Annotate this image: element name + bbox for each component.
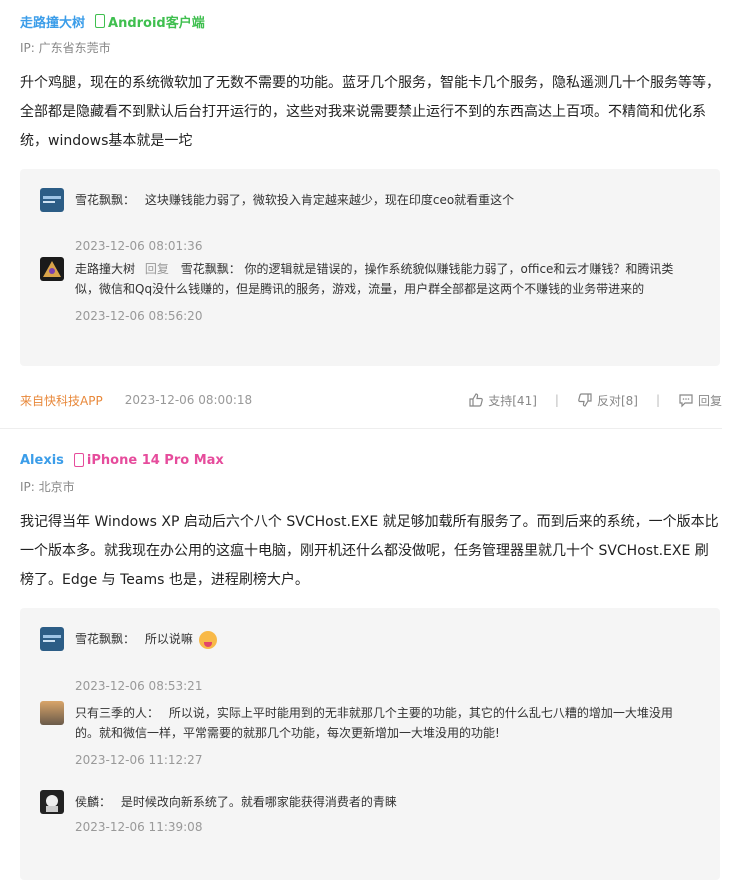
comment-time: 2023-12-06 08:00:18 bbox=[124, 393, 253, 407]
oppose-button[interactable]: 反对[8] bbox=[577, 392, 638, 409]
comment-divider bbox=[0, 428, 722, 429]
reply-username[interactable]: 走路撞大树 bbox=[75, 262, 135, 276]
avatar[interactable] bbox=[40, 701, 64, 725]
device-label: Android客户端 bbox=[95, 12, 205, 31]
ip-location: IP: 广东省东莞市 bbox=[20, 41, 111, 55]
reply-body: 所以说嘛 bbox=[144, 632, 193, 646]
phone-icon bbox=[95, 14, 106, 28]
reply-button[interactable]: 回复 bbox=[678, 392, 722, 409]
thumbs-up-icon bbox=[469, 393, 484, 407]
reply-username[interactable]: 雪花飘飘： bbox=[75, 193, 135, 207]
avatar[interactable] bbox=[40, 257, 64, 281]
support-button[interactable]: 支持[41] bbox=[468, 392, 537, 409]
avatar[interactable] bbox=[40, 188, 64, 212]
reply-label: 回复 bbox=[697, 393, 722, 408]
reply-username[interactable]: 只有三季的人： bbox=[75, 706, 159, 720]
avatar[interactable] bbox=[40, 627, 64, 651]
phone-icon bbox=[73, 453, 84, 467]
comment-actions: 支持[41] | 反对[8] | 回复 bbox=[468, 392, 722, 409]
reply-text: 雪花飘飘： 这块赚钱能力弱了，微软投入肯定越来越少，现在印度ceo就看重这个 bbox=[75, 190, 695, 210]
reply-list: 雪花飘飘： 这块赚钱能力弱了，微软投入肯定越来越少，现在印度ceo就看重这个 2… bbox=[20, 169, 720, 366]
reply-time: 2023-12-06 08:01:36 bbox=[75, 239, 203, 253]
reply-text: 雪花飘飘： 所以说嘛 bbox=[75, 629, 695, 649]
reply-username[interactable]: 雪花飘飘： bbox=[75, 632, 135, 646]
reply-word: 回复 bbox=[144, 262, 169, 276]
comment-meta: 来自快科技APP 2023-12-06 08:00:18 支持[41] | 反对… bbox=[20, 389, 722, 411]
device-name: Android客户端 bbox=[108, 15, 205, 31]
comment-header: 走路撞大树 Android客户端 bbox=[20, 11, 205, 31]
source-link[interactable]: 来自快科技APP bbox=[20, 392, 103, 409]
oppose-label: 反对[8] bbox=[596, 393, 638, 408]
reply-body: 是时候改向新系统了。就看哪家能获得消费者的青睐 bbox=[120, 795, 397, 809]
reply-time: 2023-12-06 11:39:08 bbox=[75, 820, 203, 834]
ip-location: IP: 北京市 bbox=[20, 480, 75, 494]
avatar[interactable] bbox=[40, 790, 64, 814]
username-link[interactable]: 走路撞大树 bbox=[20, 12, 85, 31]
device-name: iPhone 14 Pro Max bbox=[86, 452, 224, 468]
reply-time: 2023-12-06 08:56:20 bbox=[75, 309, 203, 323]
reply-time: 2023-12-06 08:53:21 bbox=[75, 679, 203, 693]
support-label: 支持[41] bbox=[488, 393, 537, 408]
reply-text: 侯麟： 是时候改向新系统了。就看哪家能获得消费者的青睐 bbox=[75, 792, 695, 812]
comment-content: 升个鸡腿，现在的系统微软加了无数不需要的功能。蓝牙几个服务，智能卡几个服务，隐私… bbox=[20, 75, 720, 149]
comment-header: Alexis iPhone 14 Pro Max bbox=[20, 450, 224, 470]
comment-content: 我记得当年 Windows XP 启动后六个八个 SVCHost.EXE 就足够… bbox=[20, 514, 719, 588]
device-label: iPhone 14 Pro Max bbox=[73, 452, 224, 468]
reply-text: 只有三季的人： 所以说，实际上平时能用到的无非就那几个主要的功能，其它的什么乱七… bbox=[75, 703, 695, 743]
reply-username[interactable]: 侯麟： bbox=[75, 795, 111, 809]
reply-body: 这块赚钱能力弱了，微软投入肯定越来越少，现在印度ceo就看重这个 bbox=[144, 193, 515, 207]
reply-body: 所以说，实际上平时能用到的无非就那几个主要的功能，其它的什么乱七八糟的增加一大堆… bbox=[75, 706, 673, 740]
reply-text: 走路撞大树 回复 雪花飘飘： 你的逻辑就是错误的，操作系统貌似赚钱能力弱了，of… bbox=[75, 259, 695, 299]
username-link[interactable]: Alexis bbox=[20, 453, 64, 468]
comment-icon bbox=[679, 394, 693, 408]
drooling-emoji-icon bbox=[198, 630, 217, 649]
reply-time: 2023-12-06 11:12:27 bbox=[75, 753, 203, 767]
reply-list: 雪花飘飘： 所以说嘛 2023-12-06 08:53:21 只有三季的人： 所… bbox=[20, 608, 720, 880]
thumbs-down-icon bbox=[578, 393, 592, 407]
